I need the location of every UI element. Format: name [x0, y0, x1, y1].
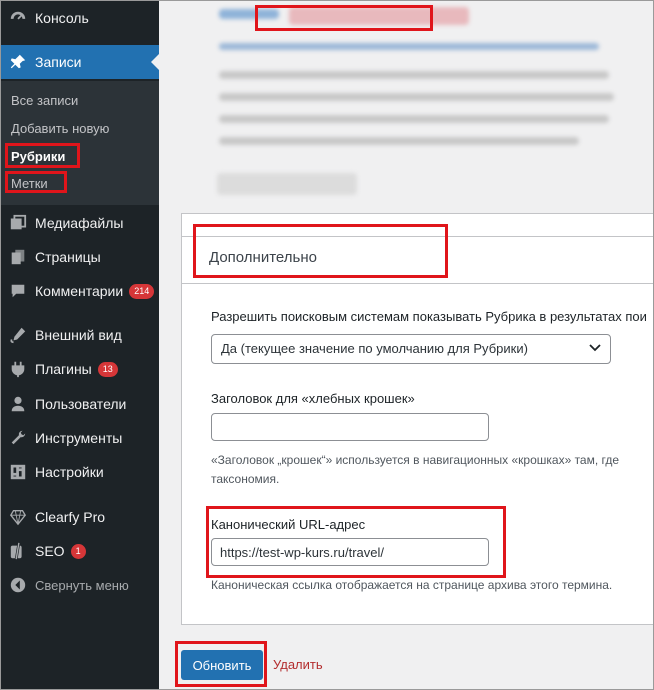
- menu-item-posts[interactable]: Записи: [1, 45, 159, 79]
- collapse-arrow-icon: [8, 575, 28, 595]
- delete-link[interactable]: Удалить: [273, 657, 323, 672]
- menu-item-media[interactable]: Медиафайлы: [1, 206, 159, 240]
- menu-item-comments[interactable]: Комментарии 214: [1, 274, 159, 308]
- blurred-preview: [209, 1, 639, 211]
- menu-label: Настройки: [35, 464, 104, 480]
- tools-icon: [8, 428, 28, 448]
- menu-item-clearfy[interactable]: Clearfy Pro: [1, 500, 159, 534]
- menu-label: Пользователи: [35, 396, 127, 412]
- menu-label: Инструменты: [35, 430, 123, 446]
- menu-item-users[interactable]: Пользователи: [1, 387, 159, 421]
- canonical-url-input[interactable]: [211, 538, 489, 566]
- chevron-down-icon: [588, 341, 602, 358]
- settings-icon: [8, 462, 28, 482]
- breadcrumb-label: Заголовок для «хлебных крошек»: [211, 391, 415, 406]
- menu-label: SEO: [35, 542, 65, 559]
- breadcrumb-title-input[interactable]: [211, 413, 489, 441]
- posts-submenu: Все записи Добавить новую Рубрики Метки: [1, 81, 159, 205]
- screen: Консоль Записи Все записи Добавить новую…: [0, 0, 654, 690]
- comments-count-badge: 214: [129, 284, 155, 300]
- plugins-update-badge: 13: [97, 362, 118, 378]
- canonical-description: Каноническая ссылка отображается на стра…: [211, 578, 613, 592]
- menu-item-console[interactable]: Консоль: [1, 1, 159, 35]
- menu-item-settings[interactable]: Настройки: [1, 455, 159, 489]
- collapse-menu-label: Свернуть меню: [35, 577, 129, 593]
- dashboard-icon: [8, 8, 28, 28]
- breadcrumb-description: «Заголовок „крошек“» используется в нави…: [211, 453, 620, 467]
- canonical-label: Канонический URL-адрес: [211, 517, 366, 532]
- appearance-icon: [8, 325, 28, 345]
- pin-icon: [8, 52, 28, 72]
- menu-label: Clearfy Pro: [35, 509, 106, 525]
- robots-select-value: Да (текущее значение по умолчанию для Ру…: [221, 341, 528, 356]
- pages-icon: [8, 247, 28, 267]
- menu-label: Страницы: [35, 249, 101, 265]
- menu-item-appearance[interactable]: Внешний вид: [1, 318, 159, 352]
- robots-select[interactable]: Да (текущее значение по умолчанию для Ру…: [211, 334, 611, 364]
- menu-item-plugins[interactable]: Плагины 13: [1, 352, 159, 386]
- panel-title: Дополнительно: [209, 249, 317, 266]
- submenu-all-posts[interactable]: Все записи: [11, 93, 78, 108]
- users-icon: [8, 394, 28, 414]
- menu-item-tools[interactable]: Инструменты: [1, 421, 159, 455]
- plugins-icon: [8, 359, 28, 379]
- update-button[interactable]: Обновить: [181, 650, 263, 680]
- submenu-categories[interactable]: Рубрики: [11, 149, 65, 164]
- robots-label: Разрешить поисковым системам показывать …: [211, 309, 647, 324]
- menu-label: Комментарии: [35, 282, 124, 299]
- submenu-add-new[interactable]: Добавить новую: [11, 121, 109, 136]
- menu-label: Плагины: [35, 360, 92, 377]
- diamond-icon: [8, 507, 28, 527]
- menu-label: Записи: [35, 54, 82, 70]
- submenu-tags[interactable]: Метки: [11, 176, 48, 191]
- menu-item-pages[interactable]: Страницы: [1, 240, 159, 274]
- collapse-menu-button[interactable]: Свернуть меню: [1, 568, 159, 602]
- yoast-icon: [8, 541, 28, 561]
- menu-item-seo[interactable]: SEO 1: [1, 534, 159, 568]
- breadcrumb-description-cont: таксономия.: [211, 472, 280, 486]
- menu-label: Консоль: [35, 10, 89, 26]
- menu-label: Медиафайлы: [35, 215, 124, 231]
- menu-label: Внешний вид: [35, 327, 122, 343]
- media-icon: [8, 213, 28, 233]
- comments-icon: [8, 281, 28, 301]
- admin-sidebar: Консоль Записи Все записи Добавить новую…: [1, 1, 159, 689]
- seo-notification-badge: 1: [70, 544, 86, 560]
